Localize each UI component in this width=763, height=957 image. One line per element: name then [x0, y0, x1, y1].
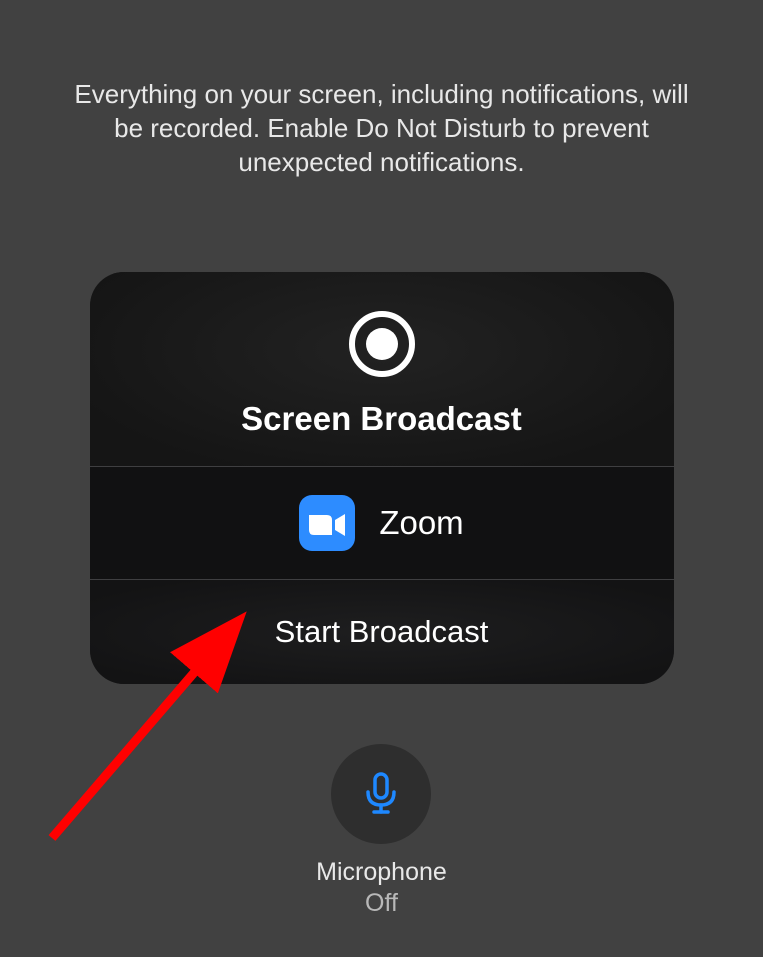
start-broadcast-label: Start Broadcast — [275, 614, 489, 650]
microphone-label: Microphone — [316, 858, 447, 887]
microphone-icon — [357, 768, 405, 821]
card-title: Screen Broadcast — [241, 400, 522, 438]
zoom-app-icon — [299, 495, 355, 551]
broadcast-app-option[interactable]: Zoom — [90, 467, 674, 579]
instruction-text: Everything on your screen, including not… — [0, 0, 763, 179]
start-broadcast-button[interactable]: Start Broadcast — [90, 580, 674, 684]
broadcast-card: Screen Broadcast Zoom Start Broadcast — [90, 272, 674, 684]
microphone-status: Off — [365, 889, 398, 918]
card-header: Screen Broadcast — [90, 272, 674, 466]
microphone-section: Microphone Off — [316, 744, 447, 918]
broadcast-app-label: Zoom — [379, 504, 463, 542]
record-icon — [348, 310, 416, 378]
microphone-toggle-button[interactable] — [331, 744, 431, 844]
